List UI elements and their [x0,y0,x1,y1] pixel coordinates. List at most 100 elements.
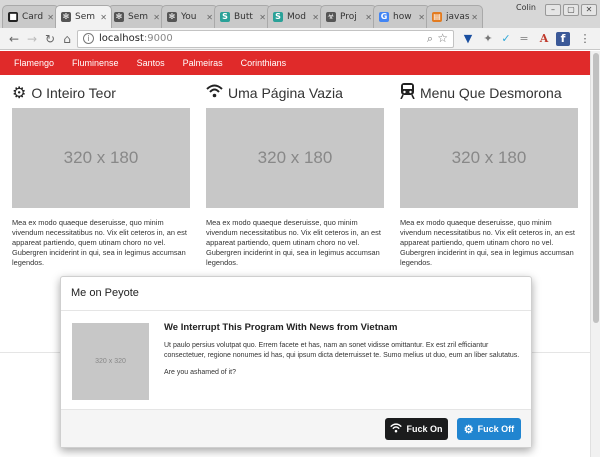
favicon-icon: ✻ [114,12,124,22]
browser-tab[interactable]: ✻ You ✕ [161,5,218,28]
extension-icon[interactable]: ✦ [481,32,495,46]
modal-body: 320 x 320 We Interrupt This Program With… [61,311,531,409]
address-bar[interactable]: i localhost:9000 ⌕ ☆ [77,30,454,48]
close-tab-icon[interactable]: ✕ [365,13,372,22]
column-text: Mea ex modo quaeque deseruisse, quo mini… [206,218,381,267]
tab-strip: ■ Card ✕ ✻ Sem ✕ ✻ Sem ✕ ✻ You ✕ S Butt ✕ S Mod ✕ ☣ Proj ✕ Gh… [2,5,483,28]
column-text: Mea ex modo quaeque deseruisse, quo mini… [400,218,575,267]
wifi-icon [206,84,223,103]
favicon-icon: ■ [8,12,18,22]
fuck-off-button[interactable]: ⚙ Fuck Off [457,418,521,440]
browser-tab[interactable]: ■ Card ✕ [2,5,59,28]
browser-window: ■ Card ✕ ✻ Sem ✕ ✻ Sem ✕ ✻ You ✕ S Butt ✕ S Mod ✕ ☣ Proj ✕ Gh… [0,0,600,457]
close-tab-icon[interactable]: ✕ [153,13,160,22]
menu-icon[interactable]: ⋮ [578,32,592,46]
button-label: Fuck Off [477,424,515,434]
profile-name[interactable]: Colin [516,3,536,12]
forward-icon[interactable]: → [24,31,40,47]
favicon-icon: G [379,12,389,22]
browser-toolbar: ← → ↻ ⌂ i localhost:9000 ⌕ ☆ ▼ ✦ ✓ = A f… [0,28,600,50]
modal-question: Are you ashamed of it? [164,369,236,376]
close-tab-icon[interactable]: ✕ [418,13,425,22]
info-icon[interactable]: i [83,33,94,44]
browser-tab[interactable]: Ghow ✕ [373,5,430,28]
tab-title: Butt [234,12,253,22]
train-icon [400,82,415,104]
favicon-icon: ▤ [432,12,442,22]
favicon-icon: ✻ [167,12,177,22]
browser-tab[interactable]: S Butt ✕ [214,5,271,28]
favicon-icon: ✻ [61,12,71,22]
button-label: Fuck On [406,424,443,434]
browser-tab[interactable]: ☣ Proj ✕ [320,5,377,28]
nav-item-fluminense[interactable]: Fluminense [63,58,128,68]
modal-title: We Interrupt This Program With News from… [164,322,398,333]
vertical-scrollbar[interactable] [590,51,600,457]
shield-extension-icon[interactable]: ▼ [461,32,475,46]
tab-title: Proj [340,12,357,22]
modal-description: Ut paulo persius volutpat quo. Errem fac… [164,342,520,359]
column-heading: ⚙ O Inteiro Teor [12,83,190,103]
browser-tab[interactable]: ✻ Sem ✕ [108,5,165,28]
tab-title: javas [446,12,470,22]
close-tab-icon[interactable]: ✕ [471,13,478,22]
column-2: Uma Página Vazia 320 x 180 Mea ex modo q… [206,83,384,268]
tab-title: how [393,12,412,22]
reload-icon[interactable]: ↻ [42,31,58,47]
column-heading: Menu Que Desmorona [400,82,578,104]
url-port: :9000 [143,33,173,44]
column-1: ⚙ O Inteiro Teor 320 x 180 Mea ex modo qu… [12,83,190,268]
favicon-icon: S [220,12,230,22]
tab-title: Card [22,12,44,22]
wifi-icon [390,422,403,436]
fuck-on-button[interactable]: Fuck On [385,418,448,440]
close-tab-icon[interactable]: ✕ [100,13,107,22]
tab-title: Sem [128,12,149,22]
minimize-button[interactable]: – [545,4,561,16]
acrobat-extension-icon[interactable]: A [537,32,551,46]
scrollbar-thumb[interactable] [593,53,599,323]
column-title: Uma Página Vazia [228,85,343,101]
nav-item-corinthians[interactable]: Corinthians [232,58,296,68]
equals-extension-icon[interactable]: = [517,32,531,46]
close-tab-icon[interactable]: ✕ [47,13,54,22]
url-host: localhost [99,33,144,44]
tab-title: Sem [75,12,96,22]
back-icon[interactable]: ← [6,31,22,47]
main-navbar: Flamengo Fluminense Santos Palmeiras Corinth… [0,51,590,75]
nav-item-santos[interactable]: Santos [128,58,174,68]
column-title: O Inteiro Teor [31,85,116,101]
maximize-button[interactable]: ▢ [563,4,579,16]
close-window-button[interactable]: ✕ [581,4,597,16]
close-tab-icon[interactable]: ✕ [259,13,266,22]
home-icon[interactable]: ⌂ [59,31,75,47]
browser-tab[interactable]: S Mod ✕ [267,5,324,28]
gears-icon: ⚙ [463,423,474,436]
column-title: Menu Que Desmorona [420,85,562,101]
image-placeholder: 320 x 180 [206,108,384,208]
column-3: Menu Que Desmorona 320 x 180 Mea ex modo… [400,82,578,268]
tab-title: You [181,12,197,22]
bookmark-star-icon[interactable]: ☆ [437,31,448,45]
page-viewport: Flamengo Fluminense Santos Palmeiras Corinth… [0,51,600,457]
browser-tab[interactable]: ✻ Sem ✕ [55,5,112,28]
nav-item-flamengo[interactable]: Flamengo [5,58,63,68]
close-tab-icon[interactable]: ✕ [312,13,319,22]
modal-content: We Interrupt This Program With News from… [164,322,524,378]
column-heading: Uma Página Vazia [206,83,384,103]
tab-title: Mod [287,12,306,22]
favicon-icon: S [273,12,283,22]
column-text: Mea ex modo quaeque deseruisse, quo mini… [12,218,187,267]
twitter-extension-icon[interactable]: ✓ [499,32,513,46]
image-placeholder: 320 x 180 [400,108,578,208]
modal-image-placeholder: 320 x 320 [72,323,149,400]
url-text[interactable]: localhost:9000 [99,33,173,44]
close-tab-icon[interactable]: ✕ [206,13,213,22]
modal-header: Me on Peyote [61,277,531,311]
zoom-icon[interactable]: ⌕ [427,32,433,46]
facebook-extension-icon[interactable]: f [556,32,570,46]
browser-tab[interactable]: ▤ javas ✕ [426,5,483,28]
image-placeholder: 320 x 180 [12,108,190,208]
nav-item-palmeiras[interactable]: Palmeiras [174,58,232,68]
modal-dialog: Me on Peyote 320 x 320 We Interrupt This… [60,276,532,448]
